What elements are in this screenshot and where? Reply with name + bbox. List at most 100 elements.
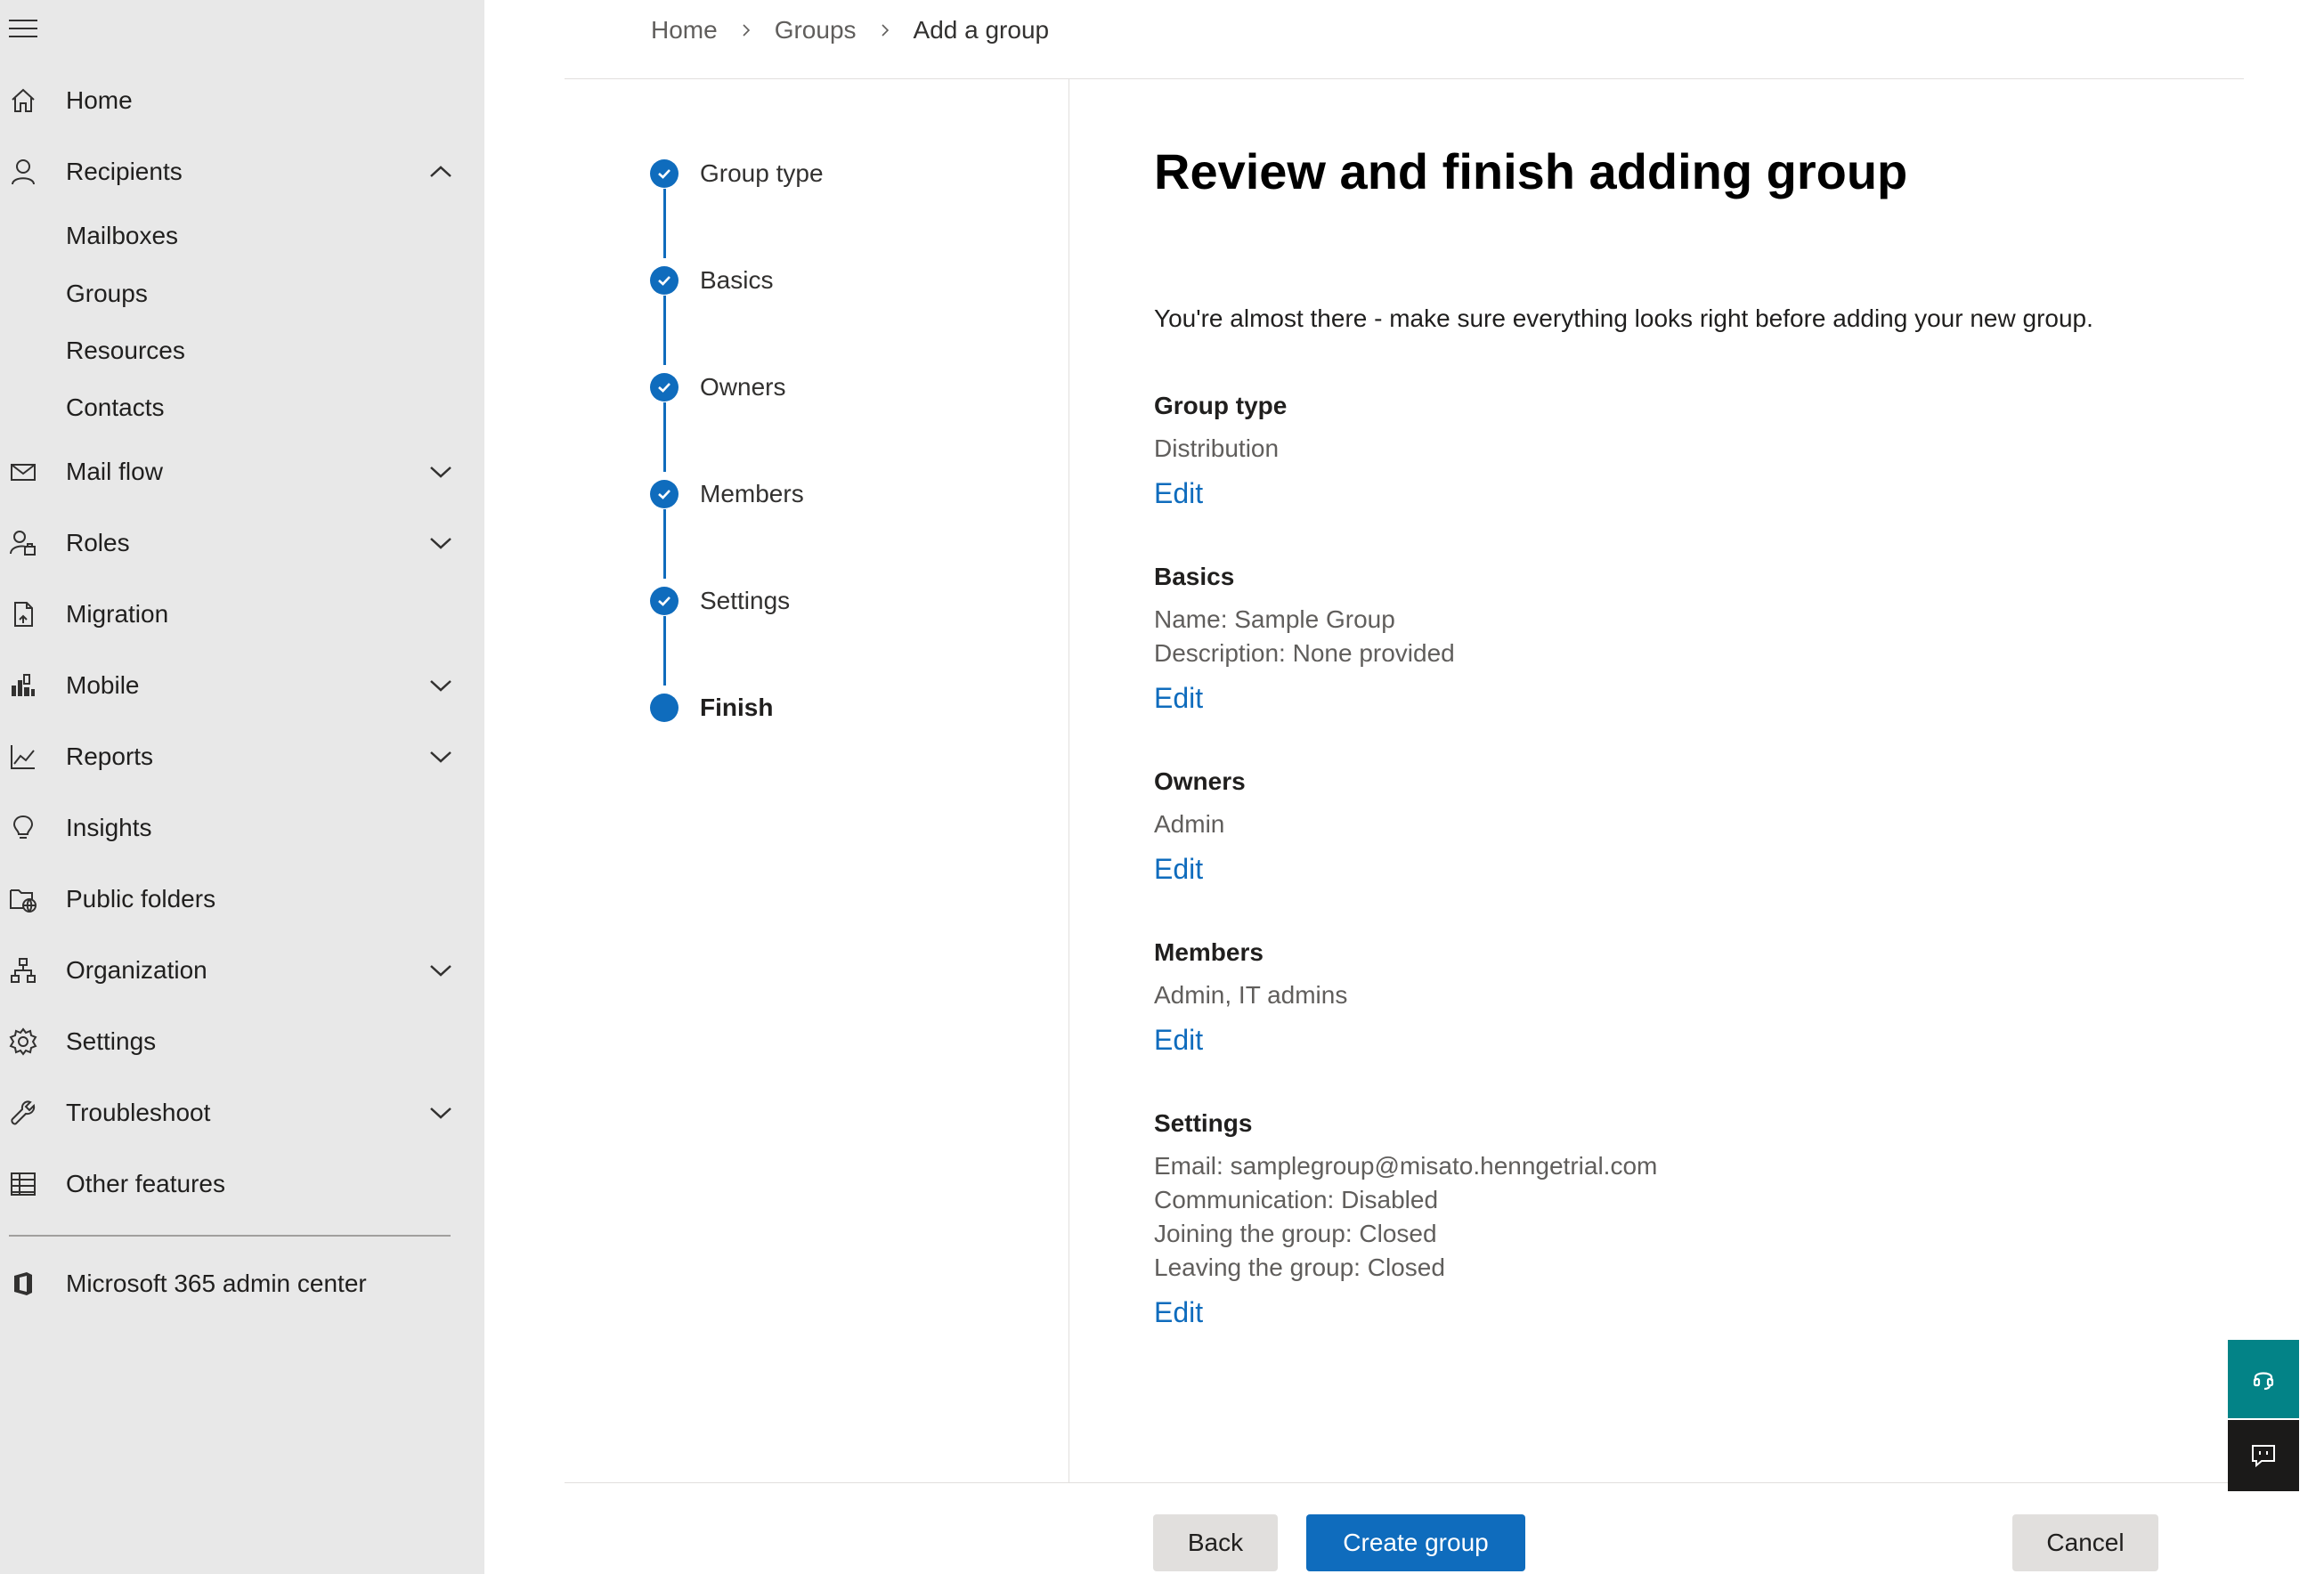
nav-item-label: Troubleshoot	[66, 1099, 211, 1126]
edit-settings-link[interactable]: Edit	[1154, 1296, 1203, 1329]
breadcrumb-groups[interactable]: Groups	[775, 16, 857, 45]
nav-item-label: Reports	[66, 742, 154, 770]
nav-item-label: Public folders	[66, 885, 216, 913]
chevron-down-icon[interactable]	[427, 1104, 454, 1122]
section-value: Admin	[1154, 810, 1225, 838]
nav-item-label: Insights	[66, 814, 152, 841]
edit-basics-link[interactable]: Edit	[1154, 682, 1203, 715]
public-folder-icon	[7, 883, 39, 915]
section-title-basics: Basics	[1154, 563, 1235, 590]
section-title-members: Members	[1154, 938, 1264, 966]
step-label: Settings	[700, 587, 791, 614]
feedback-chat-icon	[2252, 1445, 2275, 1468]
footer-divider	[565, 1482, 2244, 1483]
nav-item-label: Home	[66, 86, 133, 114]
cancel-button[interactable]: Cancel	[2012, 1514, 2158, 1571]
nav-item-label: Other features	[66, 1170, 225, 1197]
step-members[interactable]: Members	[650, 479, 804, 509]
nav-item-label: Microsoft 365 admin center	[66, 1270, 367, 1297]
feedback-button[interactable]	[2228, 1420, 2299, 1491]
nav-item-recipients[interactable]: Recipients	[0, 141, 484, 203]
gear-icon	[7, 1026, 39, 1058]
nav-item-public-folders[interactable]: Public folders	[0, 868, 484, 930]
nav-item-roles[interactable]: Roles	[0, 512, 484, 574]
nav-item-label: Mobile	[66, 671, 140, 699]
step-connector	[663, 616, 666, 686]
nav-item-migration[interactable]: Migration	[0, 583, 484, 645]
nav-item-reports[interactable]: Reports	[0, 726, 484, 788]
section-value: Description: None provided	[1154, 639, 1455, 667]
sidebar-divider	[9, 1235, 451, 1237]
nav-item-label: Migration	[66, 600, 169, 628]
nav-item-troubleshoot[interactable]: Troubleshoot	[0, 1082, 484, 1144]
breadcrumb-home[interactable]: Home	[651, 16, 718, 45]
chevron-right-icon	[881, 24, 889, 37]
nav-item-home[interactable]: Home	[0, 69, 484, 132]
step-finish: Finish	[650, 693, 773, 723]
lightbulb-icon	[7, 812, 39, 844]
nav-item-label: Settings	[66, 1027, 157, 1055]
step-label: Members	[700, 480, 804, 507]
section-value: Distribution	[1154, 434, 1280, 462]
section-title-owners: Owners	[1154, 767, 1246, 795]
back-button[interactable]: Back	[1153, 1514, 1278, 1571]
sidebar-subitem-resources[interactable]: Resources	[66, 333, 185, 369]
step-group-type[interactable]: Group type	[650, 158, 824, 189]
checkmark-icon	[650, 159, 679, 188]
section-value: Joining the group: Closed	[1154, 1220, 1437, 1247]
page-title: Review and finish adding group	[1154, 143, 1908, 199]
nav-item-settings[interactable]: Settings	[0, 1010, 484, 1073]
step-basics[interactable]: Basics	[650, 265, 773, 296]
nav-item-label: Organization	[66, 956, 207, 984]
edit-owners-link[interactable]: Edit	[1154, 853, 1203, 886]
mail-icon	[7, 456, 39, 488]
sidebar-subitem-mailboxes[interactable]: Mailboxes	[66, 218, 178, 254]
sidebar-subitem-contacts[interactable]: Contacts	[66, 390, 165, 426]
step-label: Owners	[700, 373, 786, 401]
nav-item-insights[interactable]: Insights	[0, 797, 484, 859]
checkmark-icon	[650, 373, 679, 402]
nav-item-m365-admin-center[interactable]: Microsoft 365 admin center	[0, 1253, 484, 1315]
step-connector	[663, 509, 666, 579]
chevron-down-icon[interactable]	[427, 677, 454, 694]
chevron-right-icon	[743, 24, 750, 37]
nav-item-label: Mail flow	[66, 458, 163, 485]
section-title-group-type: Group type	[1154, 392, 1288, 419]
mobile-icon	[7, 669, 39, 702]
roles-icon	[7, 527, 39, 559]
current-step-dot-icon	[650, 694, 679, 722]
wrench-icon	[7, 1097, 39, 1129]
step-connector	[663, 189, 666, 258]
breadcrumb-current: Add a group	[913, 16, 1050, 44]
nav-item-mail-flow[interactable]: Mail flow	[0, 441, 484, 503]
chevron-down-icon[interactable]	[427, 534, 454, 552]
section-value: Communication: Disabled	[1154, 1186, 1439, 1213]
chevron-up-icon[interactable]	[427, 163, 454, 181]
nav-item-other-features[interactable]: Other features	[0, 1153, 484, 1215]
checkmark-icon	[650, 266, 679, 295]
section-value: Leaving the group: Closed	[1154, 1254, 1445, 1281]
step-label: Group type	[700, 159, 824, 187]
create-group-button[interactable]: Create group	[1306, 1514, 1525, 1571]
nav-item-mobile[interactable]: Mobile	[0, 654, 484, 717]
hamburger-menu-icon[interactable]	[9, 20, 37, 41]
nav-item-label: Recipients	[66, 158, 183, 185]
help-support-button[interactable]	[2228, 1340, 2299, 1418]
step-connector	[663, 296, 666, 365]
step-owners[interactable]: Owners	[650, 372, 785, 402]
step-settings[interactable]: Settings	[650, 586, 790, 616]
office-icon	[7, 1268, 39, 1300]
section-title-settings: Settings	[1154, 1109, 1253, 1137]
chevron-down-icon[interactable]	[427, 748, 454, 766]
edit-members-link[interactable]: Edit	[1154, 1024, 1203, 1057]
edit-group-type-link[interactable]: Edit	[1154, 477, 1203, 510]
table-icon	[7, 1168, 39, 1200]
reports-icon	[7, 741, 39, 773]
nav-item-organization[interactable]: Organization	[0, 939, 484, 1002]
chevron-down-icon[interactable]	[427, 961, 454, 979]
sidebar-subitem-groups[interactable]: Groups	[66, 276, 148, 312]
chevron-down-icon[interactable]	[427, 463, 454, 481]
nav-item-label: Roles	[66, 529, 130, 556]
person-icon	[7, 156, 39, 188]
migration-icon	[7, 598, 39, 630]
